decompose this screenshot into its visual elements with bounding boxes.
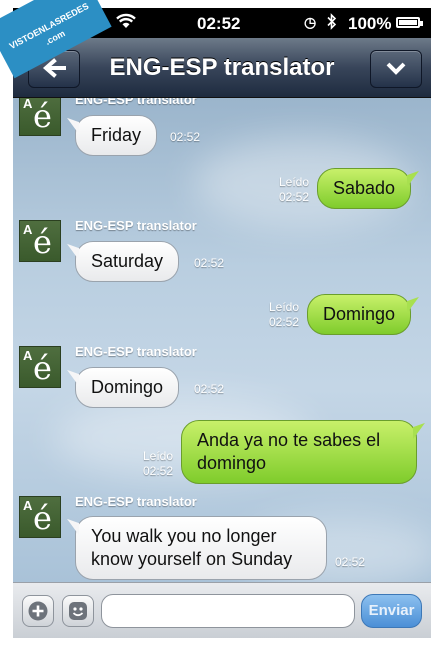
alarm-clock-icon: ◷ (304, 14, 317, 30)
send-button[interactable]: Enviar (361, 594, 422, 628)
message-bubble-outgoing[interactable]: Sabado (317, 168, 412, 209)
wifi-icon (115, 13, 137, 34)
emoji-button[interactable] (62, 595, 94, 627)
avatar-letter-small: A (23, 98, 33, 111)
sender-name: ENG-ESP translator (75, 98, 197, 107)
message-line: know yourself on Sunday (91, 549, 293, 569)
contact-avatar[interactable]: Aé (19, 98, 61, 136)
read-status: Leído (142, 449, 173, 463)
contact-avatar[interactable]: Aé (19, 496, 61, 538)
read-receipt: Leído 02:52 (253, 300, 299, 330)
message-bubble-incoming[interactable]: Saturday (75, 241, 180, 282)
sender-name: ENG-ESP translator (75, 344, 197, 359)
message-bubble-outgoing[interactable]: Domingo (307, 294, 412, 335)
sender-name: ENG-ESP translator (75, 494, 197, 509)
chat-area[interactable]: Aé ENG-ESP translator Friday 02:52 Leído… (13, 98, 431, 582)
message-line: domingo (197, 453, 267, 473)
smiley-icon (69, 602, 87, 620)
battery-level-fill (399, 20, 417, 25)
message-time: 02:52 (142, 464, 173, 478)
message-time: 02:52 (335, 555, 366, 569)
phone-screen: ange 02:52 ◷ 100% ENG-ESP translator Aé … (13, 8, 431, 638)
avatar-letter-large: é (33, 349, 52, 387)
avatar-letter-small: A (23, 222, 33, 237)
message-line: Anda ya no te sabes el (197, 430, 381, 450)
battery-percent: 100% (348, 14, 392, 33)
avatar-letter-small: A (23, 498, 33, 513)
navigation-bar: ENG-ESP translator (13, 38, 431, 98)
status-time: 02:52 (197, 14, 241, 33)
message-time: 02:52 (194, 382, 225, 396)
options-button[interactable] (370, 50, 422, 88)
message-input[interactable] (101, 594, 355, 628)
message-time: 02:52 (170, 130, 201, 144)
message-bubble-incoming[interactable]: Domingo (75, 367, 180, 408)
avatar-letter-small: A (23, 348, 33, 363)
read-status: Leído (278, 175, 309, 189)
read-receipt: Leído 02:52 (133, 449, 173, 479)
read-status: Leído (268, 300, 299, 314)
message-bubble-incoming[interactable]: You walk you no longer know yourself on S… (75, 516, 327, 580)
contact-avatar[interactable]: Aé (19, 346, 61, 388)
chevron-down-icon (386, 62, 406, 75)
message-line: You walk you no longer (91, 526, 277, 546)
sender-name: ENG-ESP translator (75, 218, 197, 233)
message-bubble-incoming[interactable]: Friday (75, 115, 158, 156)
bluetooth-icon (327, 13, 337, 34)
plus-icon (28, 601, 48, 621)
contact-avatar[interactable]: Aé (19, 220, 61, 262)
avatar-letter-large: é (33, 499, 52, 537)
message-input-bar: Enviar (13, 582, 431, 638)
message-time: 02:52 (278, 190, 309, 204)
add-attachment-button[interactable] (22, 595, 54, 627)
avatar-letter-large: é (33, 223, 52, 261)
read-receipt: Leído 02:52 (263, 175, 309, 205)
avatar-letter-large: é (33, 98, 52, 135)
message-bubble-outgoing[interactable]: Anda ya no te sabes el domingo (181, 420, 417, 484)
battery-icon (396, 17, 423, 28)
message-time: 02:52 (194, 256, 225, 270)
message-time: 02:52 (268, 315, 299, 329)
conversation-title: ENG-ESP translator (109, 54, 335, 81)
